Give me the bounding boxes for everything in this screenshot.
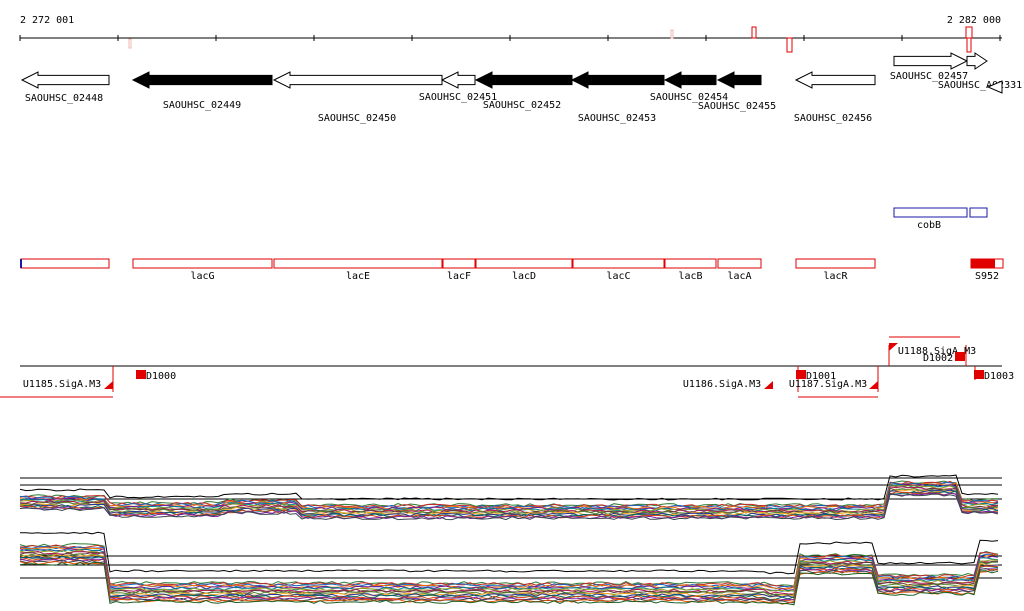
region-box[interactable] bbox=[572, 258, 665, 269]
region-label: lacF bbox=[447, 271, 471, 282]
gene-label: SAOUHSC_02449 bbox=[163, 100, 241, 111]
cob-track: cobB bbox=[893, 207, 988, 231]
coverage-mark bbox=[786, 37, 793, 53]
region-label: lacC bbox=[606, 271, 630, 282]
region-label: lacG bbox=[190, 271, 214, 282]
gene-label: SAOUHSC_02450 bbox=[318, 113, 396, 124]
region-box[interactable] bbox=[795, 258, 876, 269]
gene-label: SAOUHSC_02452 bbox=[483, 100, 561, 111]
cob-label: cobB bbox=[917, 220, 941, 231]
region-label: lacB bbox=[678, 271, 702, 282]
region-box[interactable] bbox=[475, 258, 573, 269]
gene-arrow[interactable] bbox=[131, 71, 273, 89]
coverage-mark bbox=[966, 37, 972, 53]
transcript-flag bbox=[104, 381, 113, 389]
coverage-mark bbox=[965, 26, 973, 39]
coverage-mark bbox=[670, 29, 674, 39]
region-box[interactable] bbox=[20, 258, 110, 269]
coverage-mark bbox=[751, 26, 757, 39]
transcript-flag bbox=[869, 381, 878, 389]
cob-box[interactable] bbox=[893, 207, 968, 218]
ruler-end-label: 2 282 000 bbox=[947, 15, 1001, 26]
gene-arrow[interactable] bbox=[893, 52, 969, 70]
gene-label: SAOUHSC_02456 bbox=[794, 113, 872, 124]
expression-track-2 bbox=[19, 531, 1002, 606]
site-marker[interactable] bbox=[955, 352, 965, 361]
site-marker[interactable] bbox=[136, 370, 146, 379]
region-track: lacG lacE lacF lacD lacC lacB lacA lacR S952 bbox=[20, 258, 1004, 282]
gene-label: SAOUHSC_02448 bbox=[25, 93, 103, 104]
gene-arrow[interactable] bbox=[570, 71, 665, 89]
expression-track-1 bbox=[19, 474, 1002, 521]
gene-arrow[interactable] bbox=[716, 71, 762, 89]
coordinate-ruler: 2 272 001 2 282 000 bbox=[19, 15, 1002, 53]
site-label: D1000 bbox=[146, 371, 176, 382]
region-box[interactable] bbox=[664, 258, 717, 269]
cob-box-small[interactable] bbox=[969, 207, 988, 218]
transcript-flag bbox=[764, 381, 773, 389]
region-box[interactable] bbox=[273, 258, 443, 269]
transcript-track: U1185.SigA.M3 U1186.SigA.M3 U1187.SigA.M3U… bbox=[0, 336, 1014, 398]
gene-label: SAOUHSC_02455 bbox=[698, 101, 776, 112]
gene-arrow[interactable] bbox=[474, 71, 573, 89]
genome-browser-view: 2 272 001 2 282 000 SAOUHSC_02448 SAOUHSC… bbox=[0, 0, 1024, 611]
region-label: lacD bbox=[512, 271, 536, 282]
gene-arrow[interactable] bbox=[663, 71, 717, 89]
gene-label: SAOUHSC_A02331 bbox=[938, 80, 1022, 91]
region-box[interactable] bbox=[717, 258, 762, 269]
gene-arrow[interactable] bbox=[272, 71, 443, 89]
region-box[interactable] bbox=[442, 258, 476, 269]
gene-arrow[interactable] bbox=[966, 52, 988, 70]
gene-arrow[interactable] bbox=[794, 71, 876, 89]
gene-arrow[interactable] bbox=[20, 71, 110, 89]
expression-trace-reference bbox=[19, 474, 999, 501]
region-label: lacE bbox=[346, 271, 370, 282]
genome-track-canvas: 2 272 001 2 282 000 SAOUHSC_02448SAOUHSC… bbox=[0, 15, 1022, 606]
site-marker[interactable] bbox=[974, 370, 984, 379]
site-label: D1001 bbox=[806, 371, 836, 382]
gene-arrow[interactable] bbox=[440, 71, 476, 89]
ruler-start-label: 2 272 001 bbox=[20, 15, 74, 26]
site-label: D1003 bbox=[984, 371, 1014, 382]
ruler-coverage-marks bbox=[128, 26, 973, 53]
transcript-label: U1185.SigA.M3 bbox=[23, 379, 101, 390]
gene-track: SAOUHSC_02448 SAOUHSC_02449 SAOUHSC_02450 S… bbox=[20, 52, 1022, 124]
transcript-flag bbox=[889, 343, 898, 351]
transcript-label: U1186.SigA.M3 bbox=[683, 379, 761, 390]
region-label: lacR bbox=[823, 271, 848, 282]
region-fill bbox=[971, 259, 995, 268]
site-label: D1002 bbox=[923, 353, 953, 364]
site-marker[interactable] bbox=[796, 370, 806, 379]
gene-label: SAOUHSC_02453 bbox=[578, 113, 656, 124]
region-box[interactable] bbox=[132, 258, 273, 269]
region-label: S952 bbox=[975, 271, 999, 282]
region-start-mark bbox=[20, 259, 22, 268]
coverage-mark bbox=[128, 38, 132, 49]
region-label: lacA bbox=[727, 271, 751, 282]
